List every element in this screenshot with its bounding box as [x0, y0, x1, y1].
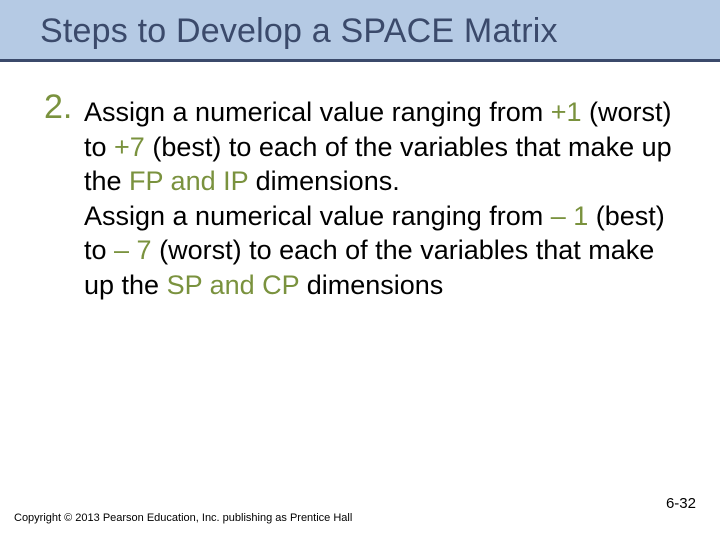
item-body: Assign a numerical value ranging from +1…	[84, 90, 686, 302]
list-item: 2. Assign a numerical value ranging from…	[44, 90, 686, 302]
item-number: 2.	[44, 90, 78, 124]
text-run: Assign a numerical value ranging from	[84, 201, 551, 231]
highlight-fp-ip: FP and IP	[129, 166, 248, 196]
copyright-text: Copyright © 2013 Pearson Education, Inc.…	[14, 512, 352, 524]
text-run: Assign a numerical value ranging from	[84, 97, 551, 127]
highlight-plus7: +7	[114, 132, 145, 162]
highlight-minus1: – 1	[551, 201, 589, 231]
page-title: Steps to Develop a SPACE Matrix	[40, 12, 700, 51]
title-band: Steps to Develop a SPACE Matrix	[0, 0, 720, 62]
highlight-minus7: – 7	[114, 235, 152, 265]
page-number: 6-32	[666, 495, 696, 512]
highlight-plus1: +1	[551, 97, 582, 127]
text-run: dimensions	[299, 270, 443, 300]
highlight-sp-cp: SP and CP	[167, 270, 300, 300]
text-run: dimensions.	[248, 166, 400, 196]
content-area: 2. Assign a numerical value ranging from…	[0, 62, 720, 302]
